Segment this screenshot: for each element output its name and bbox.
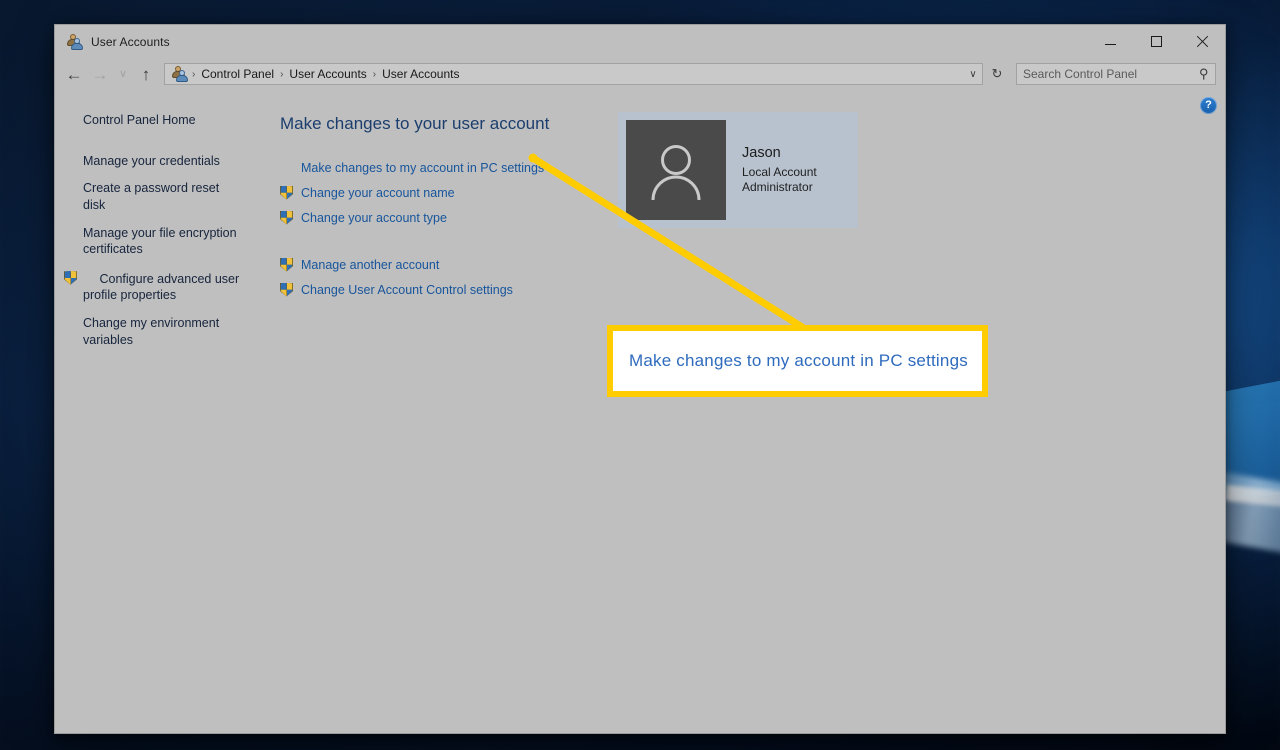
window-title: User Accounts [91, 35, 170, 49]
window-caption-buttons [1087, 25, 1225, 58]
sidebar-item-control-panel-home[interactable]: Control Panel Home [83, 112, 243, 129]
address-bar[interactable]: › Control Panel › User Accounts › User A… [164, 63, 983, 85]
breadcrumb-user-accounts[interactable]: User Accounts [284, 67, 371, 81]
maximize-button[interactable] [1133, 25, 1179, 58]
recent-locations-button[interactable]: ∨ [114, 62, 132, 86]
breadcrumb-user-accounts-current[interactable]: User Accounts [377, 67, 464, 81]
minimize-icon [1105, 44, 1116, 45]
link-change-uac-settings[interactable]: Change User Account Control settings [301, 283, 513, 297]
address-bar-users-icon [171, 66, 188, 82]
link-change-account-name[interactable]: Change your account name [301, 186, 455, 200]
shield-icon [64, 271, 77, 285]
navigation-bar: ← → ∨ ↑ › Control Panel › User Accounts … [55, 58, 1225, 90]
link-row-uac-settings[interactable]: Change User Account Control settings [280, 280, 1225, 299]
account-type: Local Account [742, 165, 817, 180]
chevron-down-icon[interactable]: ∨ [964, 64, 982, 84]
shield-icon [280, 283, 293, 297]
search-input[interactable] [1023, 67, 1196, 81]
breadcrumb-control-panel[interactable]: Control Panel [196, 67, 279, 81]
link-manage-another-account[interactable]: Manage another account [301, 258, 439, 272]
search-box[interactable]: ⚲ [1016, 63, 1216, 85]
sidebar-item-manage-credentials[interactable]: Manage your credentials [83, 153, 243, 170]
maximize-icon [1151, 36, 1162, 47]
link-group-divider [280, 233, 1225, 255]
forward-button[interactable]: → [88, 62, 112, 86]
link-change-account-type[interactable]: Change your account type [301, 211, 447, 225]
close-button[interactable] [1179, 25, 1225, 58]
back-button[interactable]: ← [62, 62, 86, 86]
sidebar: Control Panel Home Manage your credentia… [55, 90, 278, 733]
sidebar-item-label: Manage your credentials [83, 154, 220, 168]
sidebar-item-label: Configure advanced user profile properti… [83, 272, 239, 303]
search-icon[interactable]: ⚲ [1199, 66, 1209, 82]
titlebar-left-group: User Accounts [55, 34, 170, 50]
account-name: Jason [742, 144, 817, 163]
shield-icon [280, 258, 293, 272]
users-icon [66, 34, 83, 50]
account-summary-panel: Jason Local Account Administrator [618, 112, 858, 228]
close-icon [1196, 35, 1209, 48]
sidebar-item-label: Create a password reset disk [83, 181, 219, 212]
window-titlebar: User Accounts [55, 25, 1225, 58]
avatar [626, 120, 726, 220]
user-accounts-window: User Accounts ← → ∨ ↑ [54, 24, 1226, 734]
link-row-manage-another-account[interactable]: Manage another account [280, 255, 1225, 274]
minimize-button[interactable] [1087, 25, 1133, 58]
window-body: ? Control Panel Home Manage your credent… [55, 90, 1225, 733]
sidebar-item-password-reset-disk[interactable]: Create a password reset disk [83, 180, 243, 213]
person-icon [640, 134, 712, 206]
shield-icon [280, 211, 293, 225]
account-role: Administrator [742, 180, 817, 195]
main-content: Make changes to your user account Make c… [278, 90, 1225, 733]
account-details: Jason Local Account Administrator [742, 144, 817, 195]
sidebar-item-label: Manage your file encryption certificates [83, 226, 237, 257]
desktop: User Accounts ← → ∨ ↑ [0, 0, 1280, 750]
sidebar-item-file-encryption-certificates[interactable]: Manage your file encryption certificates [83, 225, 243, 258]
refresh-button[interactable]: ↻ [986, 63, 1008, 85]
link-make-changes-pc-settings[interactable]: Make changes to my account in PC setting… [301, 161, 544, 175]
sidebar-item-advanced-user-profile[interactable]: Configure advanced user profile properti… [83, 269, 243, 304]
up-button[interactable]: ↑ [134, 62, 158, 86]
sidebar-item-environment-variables[interactable]: Change my environment variables [83, 315, 243, 348]
sidebar-item-label: Change my environment variables [83, 316, 219, 347]
shield-icon [280, 186, 293, 200]
